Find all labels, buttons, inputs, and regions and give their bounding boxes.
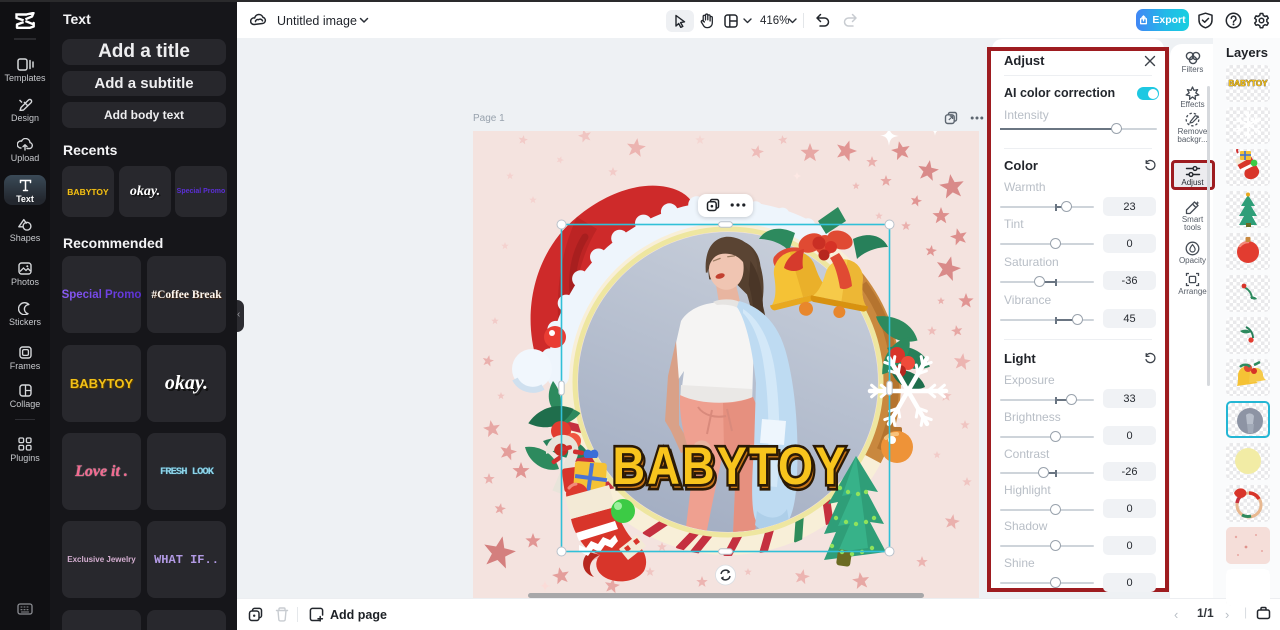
svg-text:BABYTOY: BABYTOY (1229, 79, 1269, 88)
svg-text:BABYTOY: BABYTOY (612, 436, 847, 495)
